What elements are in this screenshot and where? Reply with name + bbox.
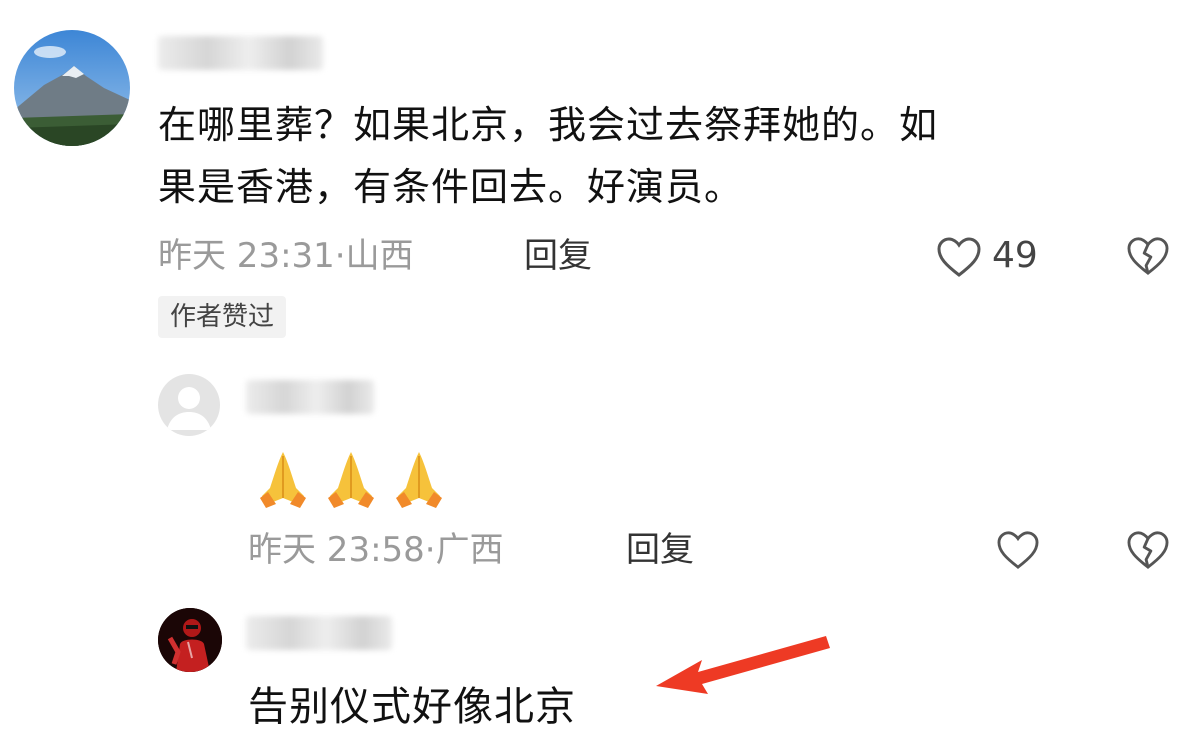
- author-liked-badge: 作者赞过: [158, 296, 287, 338]
- comment-location: 广西: [435, 530, 504, 570]
- comment-time: 昨天 23:58: [248, 530, 425, 570]
- meta-separator: ·: [334, 236, 346, 276]
- default-avatar-glyph: [167, 387, 211, 430]
- default-avatar-icon[interactable]: [158, 374, 220, 436]
- comment-meta: 昨天 23:58·广西: [248, 530, 504, 570]
- red-figure-avatar-image: [158, 608, 222, 672]
- reply-button[interactable]: 回复: [626, 530, 694, 570]
- comment-meta: 昨天 23:31·山西: [158, 236, 414, 276]
- comment-text-line2: 果是香港，有条件回去。好演员。: [158, 165, 744, 209]
- comment-text: 告别仪式好像北京: [248, 684, 576, 730]
- meta-separator: ·: [424, 530, 436, 570]
- avatar[interactable]: [158, 608, 222, 672]
- username-blurred[interactable]: [246, 616, 392, 650]
- heart-icon[interactable]: [996, 530, 1040, 570]
- username-blurred[interactable]: [246, 380, 374, 414]
- mountain-avatar-image: [14, 30, 130, 146]
- folded-hands-emoji: [248, 446, 458, 512]
- folded-hands-emoji-row: [260, 452, 442, 508]
- avatar[interactable]: [14, 30, 130, 146]
- username-blurred[interactable]: [158, 36, 323, 70]
- arrow-icon: [656, 636, 830, 694]
- heart-icon[interactable]: [936, 236, 982, 278]
- broken-heart-icon[interactable]: [1126, 530, 1170, 570]
- comment-location: 山西: [345, 236, 414, 276]
- comment-time: 昨天 23:31: [158, 236, 335, 276]
- broken-heart-icon[interactable]: [1126, 236, 1170, 276]
- reply-button[interactable]: 回复: [524, 236, 592, 276]
- like-count: 49: [992, 235, 1038, 276]
- comment-text-line1: 在哪里葬？如果北京，我会过去祭拜她的。如: [158, 103, 939, 147]
